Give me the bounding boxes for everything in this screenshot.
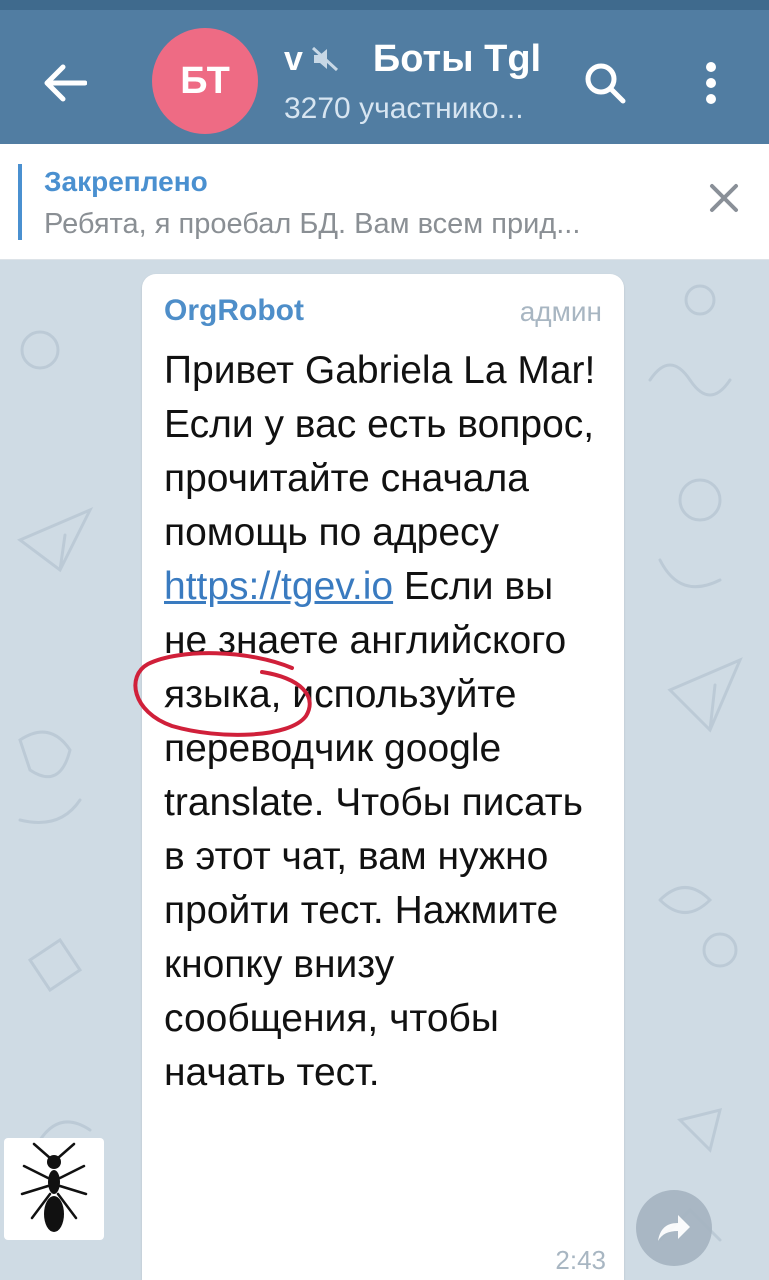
title-clip: v (284, 39, 303, 78)
close-icon (710, 184, 738, 212)
chat-title: Боты Tgl (372, 37, 542, 80)
pinned-message-bar[interactable]: Закреплено Ребята, я проебал БД. Вам все… (0, 144, 769, 260)
message-time: 2:43 (555, 1245, 606, 1275)
pinned-text: Ребята, я проебал БД. Вам всем прид... (44, 208, 581, 240)
message-text-intro: Привет Gabriela La Mar! Если у вас есть … (164, 349, 596, 554)
more-button[interactable] (676, 48, 746, 118)
user-avatar-ant[interactable] (4, 1138, 104, 1240)
ant-icon (20, 1142, 88, 1232)
share-icon (658, 1215, 690, 1241)
pinned-label: Закреплено (44, 166, 208, 197)
message-bubble[interactable]: OrgRobot админ Привет Gabriela La Mar! Е… (142, 274, 624, 1280)
search-button[interactable] (570, 48, 640, 118)
search-icon (585, 63, 626, 104)
message-text: Привет Gabriela La Mar! Если у вас есть … (164, 344, 604, 1100)
chat-title-area[interactable]: v Боты Tgl 3270 участнико... (284, 34, 570, 134)
message-text-rest: Если вы не знаете английского языка, исп… (164, 565, 594, 1094)
share-button[interactable] (636, 1190, 712, 1266)
pinned-accent-bar (18, 164, 22, 240)
help-link[interactable]: https://tgev.io (164, 565, 393, 608)
member-count: 3270 участнико... (284, 92, 524, 125)
avatar[interactable]: БТ (152, 28, 258, 134)
chat-header: БТ v Боты Tgl 3270 участнико... (0, 10, 769, 144)
pinned-close-button[interactable] (694, 168, 754, 228)
back-button[interactable] (30, 48, 100, 118)
mute-icon (311, 46, 339, 72)
admin-badge: админ (519, 296, 602, 327)
status-bar (0, 0, 769, 10)
message-sender[interactable]: OrgRobot (164, 294, 304, 328)
arrow-left-icon (44, 64, 87, 102)
more-vertical-icon (706, 62, 716, 104)
